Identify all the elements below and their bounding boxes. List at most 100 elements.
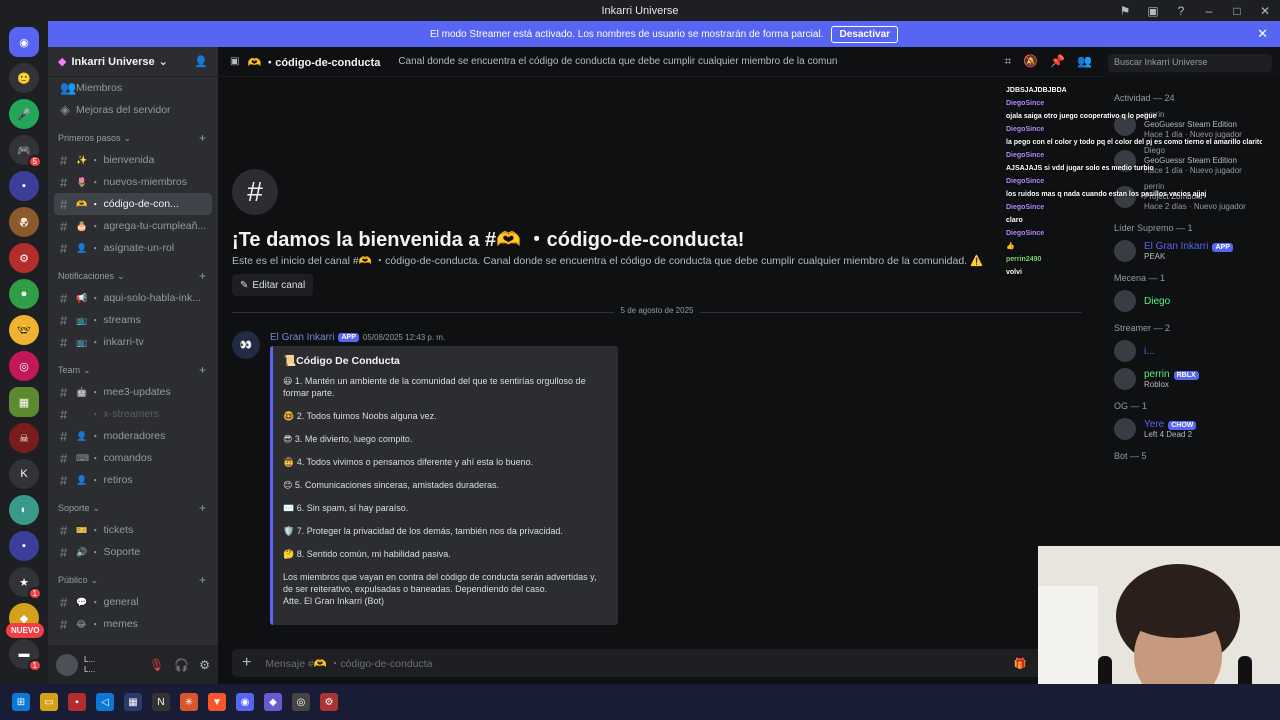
chevron-down-icon: ⌄	[123, 132, 132, 143]
server-icon[interactable]: ⚙	[9, 243, 39, 273]
add-channel-icon[interactable]: +	[199, 573, 206, 587]
channel-item[interactable]: # 🔊 ・ Soporte	[54, 541, 212, 563]
app-icon[interactable]: ▪	[68, 693, 86, 711]
folder-icon[interactable]: ▪	[9, 531, 39, 561]
channel-item[interactable]: # 📢 ・ aqui-solo-habla-ink...	[54, 287, 212, 309]
channel-item[interactable]: # 👤 ・ moderadores	[54, 425, 212, 447]
discord-home-icon[interactable]: ◉	[9, 27, 39, 57]
edit-channel-button[interactable]: ✎ Editar canal	[232, 274, 314, 296]
server-icon[interactable]: ◐	[9, 495, 39, 525]
member-name-row: perrin RBLX	[1144, 369, 1199, 380]
channel-category[interactable]: Team ⌄ +	[54, 359, 212, 381]
notion-icon[interactable]: N	[152, 693, 170, 711]
channel-item[interactable]: # 📺 ・ streams	[54, 309, 212, 331]
server-icon[interactable]: 🎮 5	[9, 135, 42, 168]
bell-icon[interactable]: 🔕	[1023, 54, 1038, 69]
server-icon[interactable]: 🎤	[9, 99, 39, 129]
file-explorer-icon[interactable]: ▭	[40, 693, 58, 711]
calendar-icon[interactable]: ▦	[124, 693, 142, 711]
member-item[interactable]: perrin RBLX Roblox	[1104, 365, 1280, 393]
channel-item[interactable]: # 👤 ・ retiros	[54, 469, 212, 491]
channel-category[interactable]: Notificaciones ⌄ +	[54, 265, 212, 287]
maximize-icon[interactable]: □	[1230, 4, 1244, 18]
boost-icon: ◈	[60, 102, 70, 117]
add-channel-icon[interactable]: +	[199, 269, 206, 283]
server-icon[interactable]: ▦	[9, 387, 39, 417]
add-channel-icon[interactable]: +	[199, 363, 206, 377]
hash-icon: #	[60, 384, 68, 400]
server-icon[interactable]: ▬ 1	[9, 639, 42, 672]
new-badge[interactable]: NUEVO	[6, 623, 45, 638]
member-item[interactable]: i...	[1104, 337, 1280, 365]
add-channel-icon[interactable]: +	[199, 131, 206, 145]
avatar[interactable]: 👀	[232, 331, 260, 359]
channel-item[interactable]: # ・ x-streamers	[54, 403, 212, 425]
gift-icon[interactable]: 🎁	[1014, 657, 1027, 670]
gear-icon[interactable]: ⚙	[199, 658, 210, 672]
channel-item[interactable]: # 💬 ・ general	[54, 591, 212, 613]
add-channel-icon[interactable]: +	[199, 501, 206, 515]
edit-channel-label: Editar canal	[252, 279, 306, 291]
channel-hash-icon: #	[232, 169, 278, 215]
help-icon[interactable]: ?	[1174, 4, 1188, 18]
server-icon[interactable]: 🙂	[9, 63, 39, 93]
channel-label: Soporte	[103, 546, 141, 558]
inbox-icon[interactable]: ⚑	[1118, 4, 1132, 18]
channel-item[interactable]: # 🤖 ・ mee3-updates	[54, 381, 212, 403]
minimize-icon[interactable]: –	[1202, 4, 1216, 18]
channel-item[interactable]: # 🌷 ・ nuevos-miembros	[54, 171, 212, 193]
channel-topic[interactable]: Canal donde se encuentra el código de co…	[398, 56, 838, 67]
embed-line: ✉️ 6. Sin spam, sí hay paraíso.	[283, 503, 409, 513]
sidebar-item[interactable]: ◈ Mejoras del servidor	[54, 99, 212, 121]
member-item[interactable]: Yere CHOW Left 4 Dead 2	[1104, 415, 1280, 443]
discord-taskbar-icon[interactable]: ◉	[236, 693, 254, 711]
channel-category[interactable]: Primeros pasos ⌄ +	[54, 127, 212, 149]
disable-streamer-mode-button[interactable]: Desactivar	[831, 25, 899, 43]
close-icon[interactable]: ✕	[1257, 26, 1268, 42]
channel-category[interactable]: Público ⌄ +	[54, 569, 212, 591]
members-icon[interactable]: 👥	[1077, 54, 1092, 69]
channel-category[interactable]: Soporte ⌄ +	[54, 497, 212, 519]
add-attachment-icon[interactable]: +	[242, 654, 251, 672]
server-icon[interactable]: K	[9, 459, 39, 489]
mic-muted-icon[interactable]: 🎙	[149, 658, 164, 672]
server-icon[interactable]: ☠	[9, 423, 39, 453]
add-user-icon[interactable]: 👤	[194, 55, 208, 68]
message-author[interactable]: El Gran Inkarri	[270, 332, 334, 343]
channel-item[interactable]: # 📺 ・ inkarri-tv	[54, 331, 212, 353]
channel-item[interactable]: # 🎂 ・ agrega-tu-cumpleañ...	[54, 215, 212, 237]
guild-header[interactable]: ◆ Inkarri Universe ⌄ 👤	[48, 47, 218, 77]
app-badge: APP	[338, 333, 359, 342]
folder-icon[interactable]: ▪	[9, 171, 39, 201]
sidebar-item[interactable]: 👥 Miembros	[54, 77, 212, 99]
channel-label: aqui-solo-habla-ink...	[103, 292, 201, 304]
channel-item[interactable]: # 👤 ・ asígnate-un-rol	[54, 237, 212, 259]
message-input[interactable]: Mensaje #🫶 ・código-de-conducta	[265, 656, 432, 671]
channel-item[interactable]: # 😂 ・ memes	[54, 613, 212, 635]
headphones-icon[interactable]: 🎧	[174, 658, 189, 672]
threads-icon[interactable]: ⌗	[1004, 54, 1011, 69]
avatar[interactable]	[56, 653, 78, 676]
screen-icon[interactable]: ▣	[1146, 4, 1160, 18]
search-input[interactable]: Buscar Inkarri Universe	[1108, 54, 1272, 72]
server-icon[interactable]: 🤓	[9, 315, 39, 345]
server-icon[interactable]: ●	[9, 279, 39, 309]
server-icon[interactable]: ◎	[9, 351, 39, 381]
overlay-chat-message: 👍	[1006, 243, 1015, 250]
brave-icon[interactable]: ▼	[208, 693, 226, 711]
app-icon[interactable]: ✳	[180, 693, 198, 711]
app-icon[interactable]: ◆	[264, 693, 282, 711]
windows-start-icon[interactable]: ⊞	[12, 693, 30, 711]
server-icon[interactable]: ★ 1	[9, 567, 42, 600]
vscode-icon[interactable]: ◁	[96, 693, 114, 711]
app-icon[interactable]: ⚙	[320, 693, 338, 711]
server-icon[interactable]: 🐶	[9, 207, 39, 237]
close-window-icon[interactable]: ✕	[1258, 4, 1272, 18]
channel-item[interactable]: # ⌨ ・ comandos	[54, 447, 212, 469]
channel-item[interactable]: # 🎫 ・ tickets	[54, 519, 212, 541]
pin-icon[interactable]: 📌	[1050, 54, 1065, 69]
channel-item[interactable]: # 🫶 ・ código-de-con...	[54, 193, 212, 215]
member-item[interactable]: Diego	[1104, 287, 1280, 315]
channel-item[interactable]: # ✨ ・ bienvenida	[54, 149, 212, 171]
obs-icon[interactable]: ◎	[292, 693, 310, 711]
